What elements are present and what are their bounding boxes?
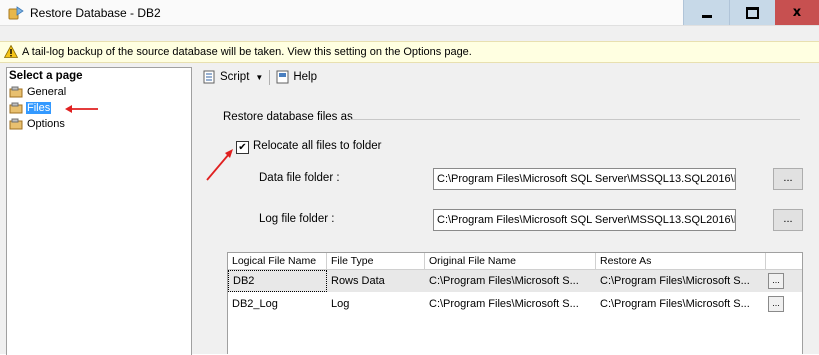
minimize-button[interactable] xyxy=(683,0,729,25)
annotation-arrow-checkbox xyxy=(206,149,233,181)
data-folder-label: Data file folder : xyxy=(259,172,340,184)
title-bar: Restore Database - DB2 x xyxy=(0,0,819,26)
help-button[interactable]: Help xyxy=(293,71,317,83)
help-icon xyxy=(276,70,289,84)
logical-name-cell[interactable]: DB2_Log xyxy=(228,293,327,315)
check-icon: ✔ xyxy=(238,142,247,153)
files-grid: Logical File Name File Type Original Fil… xyxy=(227,252,803,354)
page-selector-header: Select a page xyxy=(9,70,83,82)
page-icon xyxy=(9,102,23,113)
toolbar: Script ▼ Help xyxy=(203,67,317,87)
log-folder-browse-button[interactable]: ... xyxy=(773,209,803,231)
relocate-checkbox-label[interactable]: Relocate all files to folder xyxy=(253,140,381,152)
script-icon xyxy=(203,70,215,84)
column-header[interactable]: File Type xyxy=(327,253,425,269)
page-item-options[interactable]: Options xyxy=(9,116,66,131)
table-row[interactable]: DB2 Rows Data C:\Program Files\Microsoft… xyxy=(228,270,802,292)
log-folder-label: Log file folder : xyxy=(259,213,335,225)
warning-icon xyxy=(4,45,18,58)
logical-name-cell[interactable]: DB2 xyxy=(228,270,327,292)
window-title: Restore Database - DB2 xyxy=(30,6,161,20)
data-folder-browse-button[interactable]: ... xyxy=(773,168,803,190)
column-header[interactable]: Original File Name xyxy=(425,253,596,269)
table-row[interactable]: DB2_Log Log C:\Program Files\Microsoft S… xyxy=(228,293,802,315)
page-item-files[interactable]: Files xyxy=(9,100,52,115)
restore-as-browse-button[interactable]: ... xyxy=(768,273,784,289)
section-divider xyxy=(350,119,800,120)
relocate-checkbox[interactable]: ✔ xyxy=(236,141,249,154)
page-item-general[interactable]: General xyxy=(9,84,67,99)
restore-as-cell[interactable]: C:\Program Files\Microsoft S... xyxy=(596,270,766,292)
maximize-button[interactable] xyxy=(729,0,775,25)
maximize-icon xyxy=(746,6,759,19)
original-file-cell: C:\Program Files\Microsoft S... xyxy=(429,298,579,310)
column-header[interactable]: Restore As xyxy=(596,253,766,269)
restore-as-cell[interactable]: C:\Program Files\Microsoft S... xyxy=(596,293,766,315)
page-item-label: Options xyxy=(27,117,65,130)
original-file-cell: C:\Program Files\Microsoft S... xyxy=(429,275,579,287)
close-button[interactable]: x xyxy=(775,0,819,25)
page-icon xyxy=(9,118,23,129)
script-button[interactable]: Script xyxy=(220,71,249,83)
close-icon: x xyxy=(792,5,802,20)
data-folder-input[interactable]: C:\Program Files\Microsoft SQL Server\MS… xyxy=(433,168,736,190)
grid-header: Logical File Name File Type Original Fil… xyxy=(228,253,802,270)
restore-database-window: Restore Database - DB2 x A tail-log back… xyxy=(0,0,819,355)
restore-as-browse-button[interactable]: ... xyxy=(768,296,784,312)
page-item-label: Files xyxy=(26,101,52,114)
page-icon xyxy=(9,86,23,97)
toolbar-separator xyxy=(269,69,271,85)
page-item-label: General xyxy=(27,85,67,98)
minimize-icon xyxy=(701,15,712,18)
restore-db-icon xyxy=(8,6,24,20)
file-type-cell: Log xyxy=(331,298,350,310)
annotation-arrow-files xyxy=(65,105,98,113)
warning-bar: A tail-log backup of the source database… xyxy=(0,41,819,63)
log-folder-input[interactable]: C:\Program Files\Microsoft SQL Server\MS… xyxy=(433,209,736,231)
script-dropdown-icon[interactable]: ▼ xyxy=(255,73,263,82)
restore-files-section-label: Restore database files as xyxy=(223,111,353,123)
column-header[interactable]: Logical File Name xyxy=(228,253,327,269)
file-type-cell: Rows Data xyxy=(331,275,385,287)
warning-text: A tail-log backup of the source database… xyxy=(22,46,472,58)
